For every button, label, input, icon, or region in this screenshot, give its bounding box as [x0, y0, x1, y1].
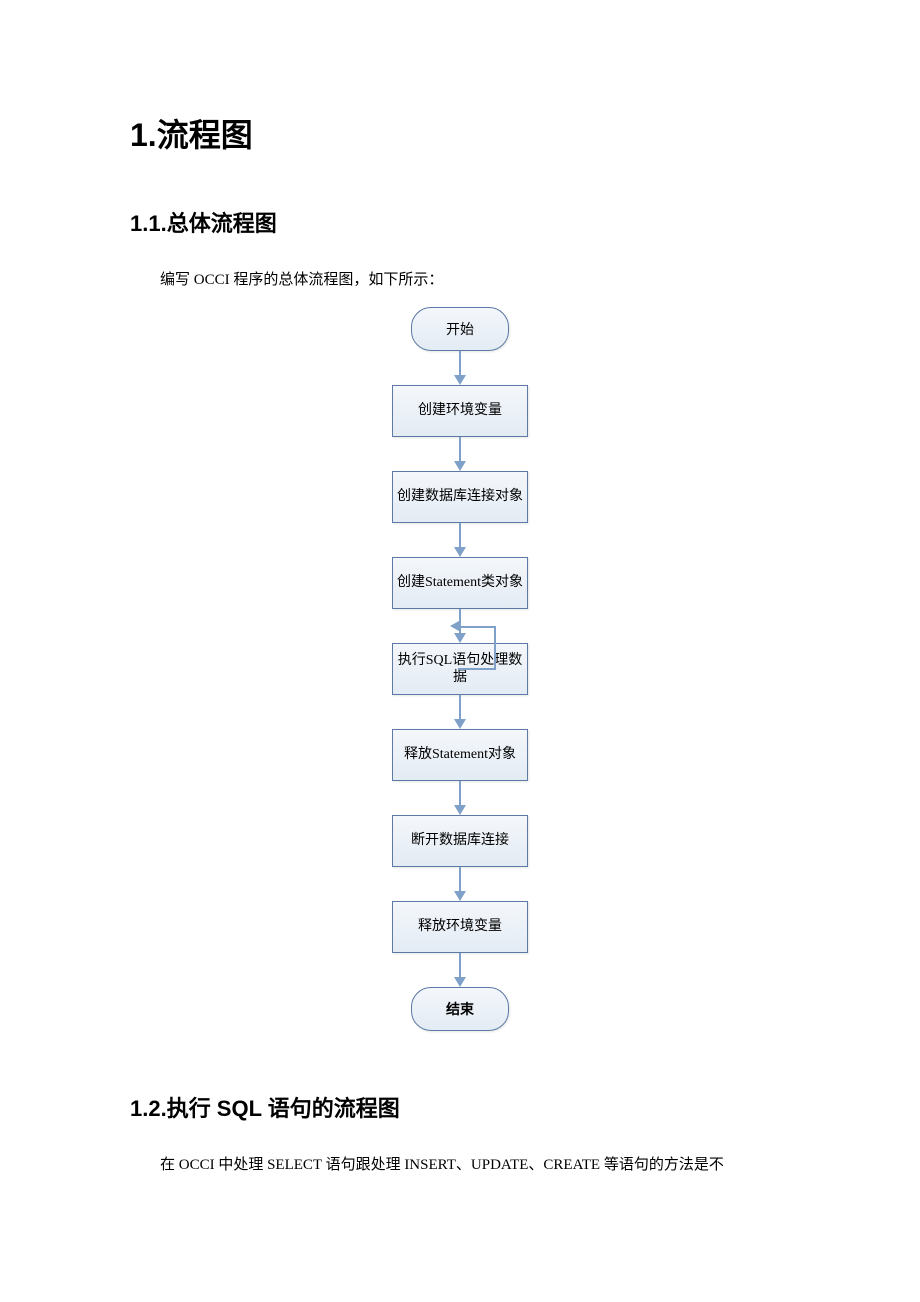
- intro-paragraph-1: 编写 OCCI 程序的总体流程图，如下所示：: [160, 268, 790, 289]
- heading-1: 1.流程图: [130, 110, 790, 156]
- flow-node-create-env: 创建环境变量: [392, 385, 528, 437]
- flow-start-terminator: 开始: [411, 307, 509, 351]
- flow-end-terminator: 结束: [411, 987, 509, 1031]
- flow-loop-arrowhead-icon: [450, 621, 459, 631]
- heading-1-2: 1.2.执行 SQL 语句的流程图: [130, 1091, 790, 1123]
- flow-node-release-env: 释放环境变量: [392, 901, 528, 953]
- flow-node-release-statement: 释放Statement对象: [392, 729, 528, 781]
- flow-arrow-icon: [459, 695, 461, 729]
- document-page: 1.流程图 1.1.总体流程图 编写 OCCI 程序的总体流程图，如下所示： 开…: [0, 0, 920, 1252]
- flow-arrow-icon: [459, 351, 461, 385]
- flowchart-overall: 开始 创建环境变量 创建数据库连接对象 创建Statement类对象 执行SQL…: [130, 307, 790, 1031]
- flow-arrow-icon: [459, 437, 461, 471]
- flow-arrow-icon: [459, 609, 461, 643]
- flow-arrow-icon: [459, 867, 461, 901]
- flow-node-create-statement: 创建Statement类对象: [392, 557, 528, 609]
- flow-arrow-icon: [459, 523, 461, 557]
- intro-paragraph-2: 在 OCCI 中处理 SELECT 语句跟处理 INSERT、UPDATE、CR…: [160, 1153, 790, 1174]
- flow-node-disconnect: 断开数据库连接: [392, 815, 528, 867]
- flow-node-create-connection: 创建数据库连接对象: [392, 471, 528, 523]
- flow-node-execute-sql: 执行SQL语句处理数据: [392, 643, 528, 695]
- flow-loop-line-icon: [458, 626, 496, 628]
- flow-arrow-icon: [459, 781, 461, 815]
- flow-arrow-icon: [459, 953, 461, 987]
- flow-loop-group: 执行SQL语句处理数据: [392, 609, 528, 695]
- heading-1-1: 1.1.总体流程图: [130, 206, 790, 238]
